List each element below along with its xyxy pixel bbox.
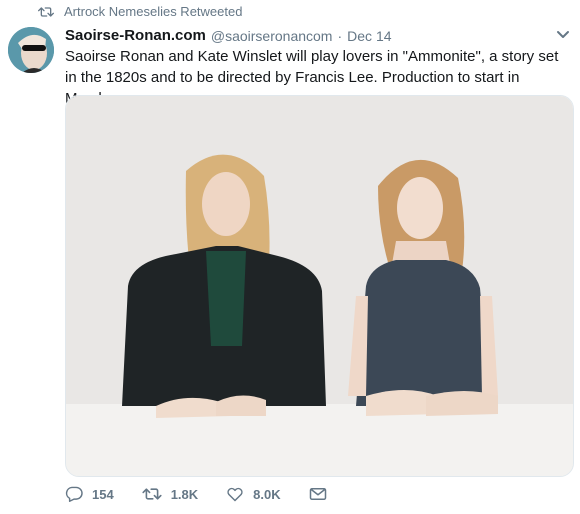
tweet-photo[interactable]: [65, 95, 574, 477]
retweet-button[interactable]: 1.8K: [142, 486, 198, 502]
like-count: 8.0K: [253, 486, 281, 502]
tweet-date[interactable]: Dec 14: [347, 28, 391, 44]
retweet-context[interactable]: Artrock Nemeselies Retweeted: [38, 4, 242, 19]
retweet-icon: [38, 6, 54, 17]
author-name[interactable]: Saoirse-Ronan.com: [65, 27, 206, 44]
reply-button[interactable]: 154: [65, 486, 114, 502]
like-icon: [227, 487, 243, 502]
direct-message-icon: [309, 488, 326, 500]
avatar-image: [8, 27, 54, 73]
reply-count: 154: [92, 486, 114, 502]
like-button[interactable]: 8.0K: [226, 486, 281, 502]
author-avatar[interactable]: [8, 27, 54, 73]
separator-dot: ·: [337, 27, 343, 44]
author-handle[interactable]: @saoirseronancom: [211, 28, 333, 44]
retweet-count: 1.8K: [170, 486, 199, 502]
retweet-icon: [142, 488, 162, 500]
photo-image: [66, 96, 573, 476]
tweet-actions: 154 1.8K 8.0K: [65, 486, 364, 502]
chevron-down-icon[interactable]: [556, 30, 570, 40]
direct-message-button[interactable]: [309, 487, 336, 501]
tweet-header: Saoirse-Ronan.com @saoirseronancom · Dec…: [65, 27, 550, 44]
reply-icon: [65, 486, 83, 502]
retweet-label: Artrock Nemeselies Retweeted: [64, 4, 243, 19]
